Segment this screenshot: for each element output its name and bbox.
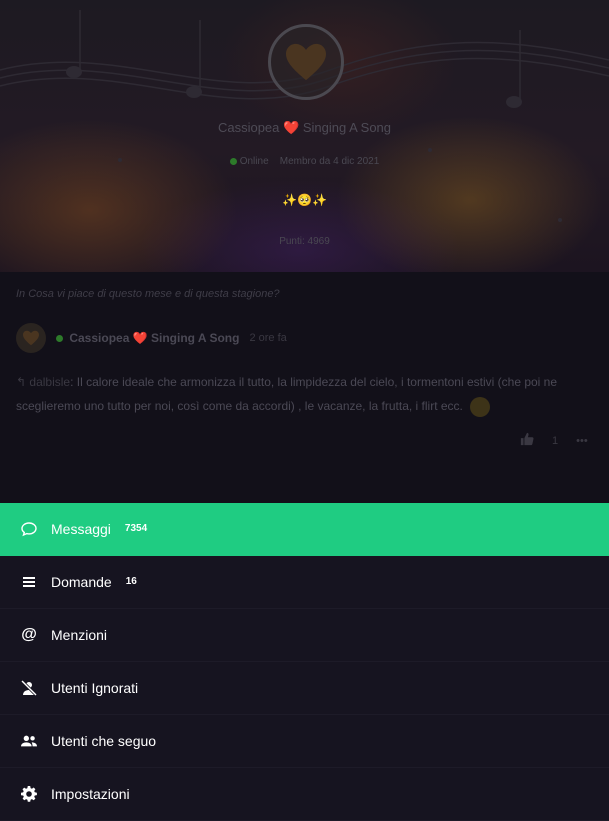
profile-name-suffix: Singing A Song [302, 120, 392, 135]
profile-points: Punti: 4969 [279, 236, 330, 247]
menu-label: Domande [51, 574, 112, 590]
menu-item-impostazioni[interactable]: Impostazioni [0, 768, 609, 821]
menu-count: 7354 [124, 522, 148, 534]
online-dot-icon [229, 157, 237, 165]
menu-item-text: Utenti Ignorati [51, 680, 138, 696]
more-options-icon[interactable]: ••• [576, 435, 588, 447]
like-count: 1 [552, 434, 559, 447]
profile-name: Cassiopea ❤️ Singing A Song [0, 120, 609, 136]
menu-label: Menzioni [51, 627, 108, 643]
menu-count: 16 [125, 575, 137, 587]
heart-emoji: ❤️ [283, 120, 300, 135]
menu-label: Messaggi [51, 521, 111, 537]
profile-name-text: Cassiopea [217, 120, 280, 135]
menu-item-text: Utenti che seguo [51, 733, 156, 749]
reply-icon: ↰ [16, 375, 27, 389]
profile-menu: Messaggi 7354 Domande 16 @ Menzioni Uten… [0, 503, 609, 821]
menu-item-utenti-ignorati[interactable]: Utenti Ignorati [0, 662, 609, 715]
like-icon[interactable] [520, 432, 534, 449]
menu-item-text: Domande 16 [51, 574, 137, 590]
menu-item-utenti-che-seguo[interactable]: Utenti che seguo [0, 715, 609, 768]
post-actions: 1 ••• [520, 432, 588, 449]
online-dot-icon [56, 335, 63, 343]
smiley-emoji-icon [470, 396, 491, 417]
menu-item-messaggi[interactable]: Messaggi 7354 [0, 503, 609, 556]
heart-icon [23, 330, 39, 346]
at-icon: @ [21, 626, 37, 643]
post-author-name: Cassiopea [69, 331, 130, 345]
reply-mention[interactable]: dalbisle [29, 375, 70, 389]
profile-header: Cassiopea ❤️ Singing A Song Online Membr… [0, 0, 609, 272]
menu-item-domande[interactable]: Domande 16 [0, 556, 609, 609]
member-since: Membro da 4 dic 2021 [279, 156, 380, 167]
profile-avatar[interactable] [268, 24, 344, 100]
post-time: 2 ore fa [249, 332, 287, 344]
chat-bubble-icon [21, 521, 37, 537]
post-question[interactable]: In Cosa vi piace di questo mese e di que… [16, 288, 280, 300]
post-body: ↰ dalbisle: Il calore ideale che armoniz… [16, 370, 596, 418]
menu-item-text: Messaggi 7354 [51, 521, 147, 537]
heart-emoji: ❤️ [132, 331, 148, 345]
post-author-avatar[interactable] [16, 323, 46, 353]
menu-label: Utenti Ignorati [51, 680, 139, 696]
menu-item-menzioni[interactable]: @ Menzioni [0, 609, 609, 662]
post-author-suffix: Singing A Song [151, 331, 240, 345]
menu-label: Utenti che seguo [51, 733, 157, 749]
post-author[interactable]: Cassiopea ❤️ Singing A Song [56, 331, 239, 345]
users-icon [21, 733, 37, 749]
post-header: Cassiopea ❤️ Singing A Song 2 ore fa [16, 323, 287, 353]
online-status: Online [239, 156, 269, 167]
menu-item-text: Menzioni [51, 627, 107, 643]
profile-status-row: Online Membro da 4 dic 2021 [0, 156, 609, 167]
list-icon [21, 574, 37, 590]
profile-bio: ✨🥺✨ [282, 193, 327, 207]
heart-icon [286, 43, 326, 81]
user-slash-icon [21, 680, 37, 696]
